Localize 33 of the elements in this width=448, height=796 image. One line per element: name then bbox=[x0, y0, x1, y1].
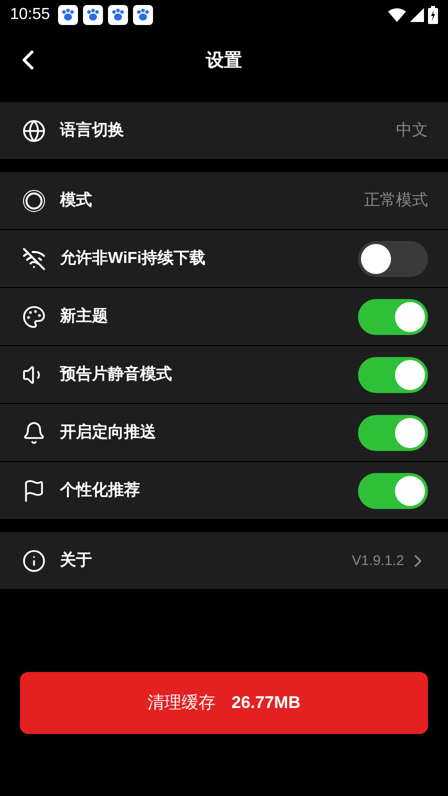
version-text: V1.9.1.2 bbox=[352, 551, 404, 570]
flag-icon bbox=[22, 478, 46, 502]
paw-app-icon bbox=[83, 5, 104, 25]
toggle-switch[interactable] bbox=[358, 298, 428, 334]
setting-label: 模式 bbox=[60, 190, 93, 210]
paw-app-icon bbox=[58, 5, 78, 25]
toggle-switch[interactable] bbox=[358, 414, 428, 450]
wifi-icon bbox=[388, 8, 406, 22]
toggle-switch[interactable] bbox=[358, 472, 428, 508]
info-icon bbox=[22, 548, 46, 572]
paw-app-icon bbox=[133, 5, 154, 25]
setting-label: 开启定向推送 bbox=[60, 422, 157, 442]
setting-value: 正常模式 bbox=[364, 190, 428, 210]
toggle-switch[interactable] bbox=[358, 356, 428, 392]
palette-icon bbox=[22, 304, 46, 328]
bell-icon bbox=[22, 420, 46, 444]
setting-value: 中文 bbox=[396, 120, 428, 140]
rings-icon bbox=[22, 188, 46, 212]
globe-icon bbox=[22, 118, 46, 142]
battery-icon bbox=[428, 6, 438, 24]
wifi-off-icon bbox=[22, 246, 46, 270]
setting-label: 预告片静音模式 bbox=[60, 364, 173, 384]
setting-label: 个性化推荐 bbox=[60, 480, 141, 500]
signal-icon bbox=[410, 8, 424, 22]
setting-label: 语言切换 bbox=[60, 120, 125, 140]
paw-app-icon bbox=[108, 5, 128, 25]
setting-label: 允许非WiFi持续下载 bbox=[60, 248, 207, 268]
toggle-switch[interactable] bbox=[358, 240, 428, 276]
status-time: 10:55 bbox=[10, 5, 50, 25]
setting-label: 关于 bbox=[60, 550, 93, 570]
setting-label: 新主题 bbox=[60, 306, 109, 326]
clear-cache-button[interactable]: 清理缓存 26.77MB bbox=[20, 672, 428, 734]
page-title: 设置 bbox=[206, 48, 242, 72]
